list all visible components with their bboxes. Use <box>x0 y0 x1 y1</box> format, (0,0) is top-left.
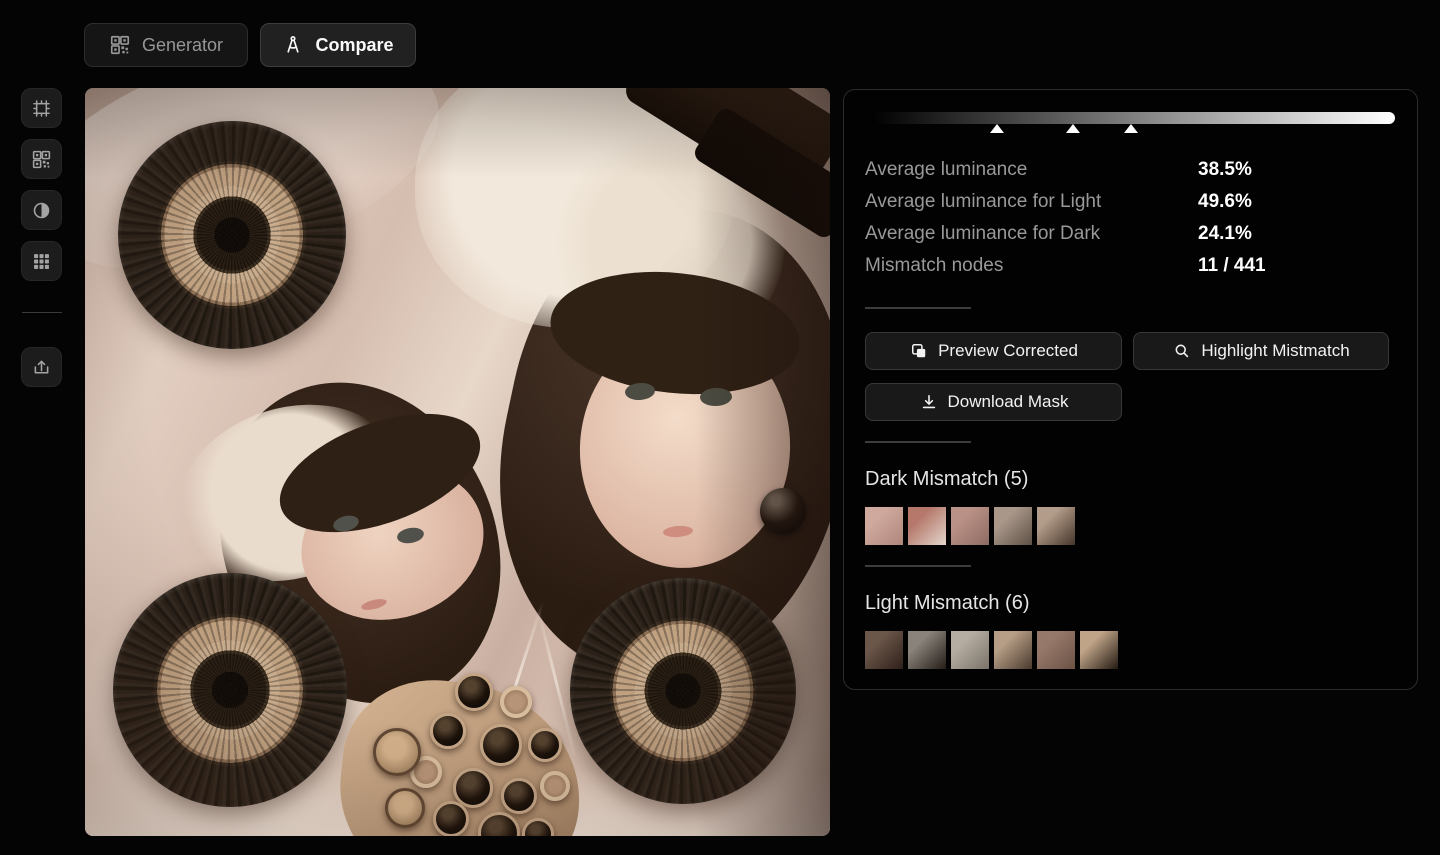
mismatch-thumbnail[interactable] <box>1080 631 1118 669</box>
plate-bottom-left <box>113 573 347 807</box>
download-mask-label: Download Mask <box>948 392 1069 412</box>
highlight-mismatch-label: Highlight Mistmatch <box>1201 341 1349 361</box>
plate-top-left <box>118 121 346 349</box>
luminance-panel: Average luminance 38.5% Average luminanc… <box>843 89 1418 690</box>
compare-button-label: Compare <box>315 35 393 56</box>
compass-icon <box>282 34 304 56</box>
glass-sphere <box>760 488 806 534</box>
preview-image <box>85 88 830 836</box>
panel-divider <box>865 565 971 567</box>
mismatch-thumbnail[interactable] <box>908 507 946 545</box>
panel-divider <box>865 441 971 443</box>
luminance-gradient-bar <box>871 112 1395 124</box>
grid-icon <box>31 251 52 272</box>
frame-tool-button[interactable] <box>21 88 62 128</box>
button <box>480 724 522 766</box>
button <box>540 771 570 801</box>
copy-icon <box>909 341 929 361</box>
medal-button <box>373 728 421 776</box>
medal-button <box>385 788 425 828</box>
mismatch-thumbnail[interactable] <box>951 507 989 545</box>
search-icon <box>1172 341 1192 361</box>
qr-code-icon <box>109 34 131 56</box>
mismatch-thumbnail[interactable] <box>994 631 1032 669</box>
preview-corrected-label: Preview Corrected <box>938 341 1078 361</box>
button <box>430 713 466 749</box>
upload-icon <box>31 357 52 378</box>
highlight-mismatch-button[interactable]: Highlight Mistmatch <box>1133 332 1389 370</box>
frame-icon <box>31 98 52 119</box>
generator-button[interactable]: Generator <box>84 23 248 67</box>
download-icon <box>919 392 939 412</box>
light-mismatch-thumbs <box>865 631 1118 669</box>
stat-row: Average luminance for Dark 24.1% <box>865 223 1397 255</box>
stat-value: 38.5% <box>1198 159 1252 181</box>
generator-button-label: Generator <box>142 35 223 56</box>
download-mask-button[interactable]: Download Mask <box>865 383 1122 421</box>
stat-value: 11 / 441 <box>1198 255 1266 277</box>
compare-button[interactable]: Compare <box>260 23 416 67</box>
mismatch-thumbnail[interactable] <box>1037 631 1075 669</box>
button <box>455 673 493 711</box>
upload-tool-button[interactable] <box>21 347 62 387</box>
mismatch-thumbnail[interactable] <box>865 631 903 669</box>
plate-bottom-right <box>570 578 796 804</box>
stat-label: Average luminance for Light <box>865 191 1101 212</box>
contrast-tool-button[interactable] <box>21 190 62 230</box>
qr-code-icon <box>31 149 52 170</box>
button <box>433 801 469 836</box>
dark-mismatch-thumbs <box>865 507 1075 545</box>
stats-list: Average luminance 38.5% Average luminanc… <box>865 159 1397 287</box>
stat-label: Average luminance <box>865 159 1027 180</box>
mismatch-thumbnail[interactable] <box>994 507 1032 545</box>
mismatch-thumbnail[interactable] <box>1037 507 1075 545</box>
toolbar-divider <box>22 312 62 313</box>
gradient-marker <box>1066 124 1080 133</box>
button <box>528 728 562 762</box>
mismatch-thumbnail[interactable] <box>865 507 903 545</box>
mismatch-thumbnail[interactable] <box>951 631 989 669</box>
stat-row: Mismatch nodes 11 / 441 <box>865 255 1397 287</box>
qr-tool-button[interactable] <box>21 139 62 179</box>
contrast-icon <box>31 200 52 221</box>
panel-divider <box>865 307 971 309</box>
dark-mismatch-title: Dark Mismatch (5) <box>865 468 1028 491</box>
button <box>500 686 532 718</box>
left-toolbar <box>21 88 62 398</box>
gradient-marker <box>1124 124 1138 133</box>
light-mismatch-title: Light Mismatch (6) <box>865 592 1030 615</box>
app-window: Generator Compare <box>0 0 1440 855</box>
stat-value: 24.1% <box>1198 223 1252 245</box>
preview-corrected-button[interactable]: Preview Corrected <box>865 332 1122 370</box>
gradient-marker <box>990 124 1004 133</box>
button <box>501 778 537 814</box>
stat-row: Average luminance 38.5% <box>865 159 1397 191</box>
gradient-markers <box>871 124 1395 134</box>
stat-label: Average luminance for Dark <box>865 223 1100 244</box>
mismatch-thumbnail[interactable] <box>908 631 946 669</box>
grid-tool-button[interactable] <box>21 241 62 281</box>
stat-row: Average luminance for Light 49.6% <box>865 191 1397 223</box>
stat-label: Mismatch nodes <box>865 255 1003 276</box>
stat-value: 49.6% <box>1198 191 1252 213</box>
